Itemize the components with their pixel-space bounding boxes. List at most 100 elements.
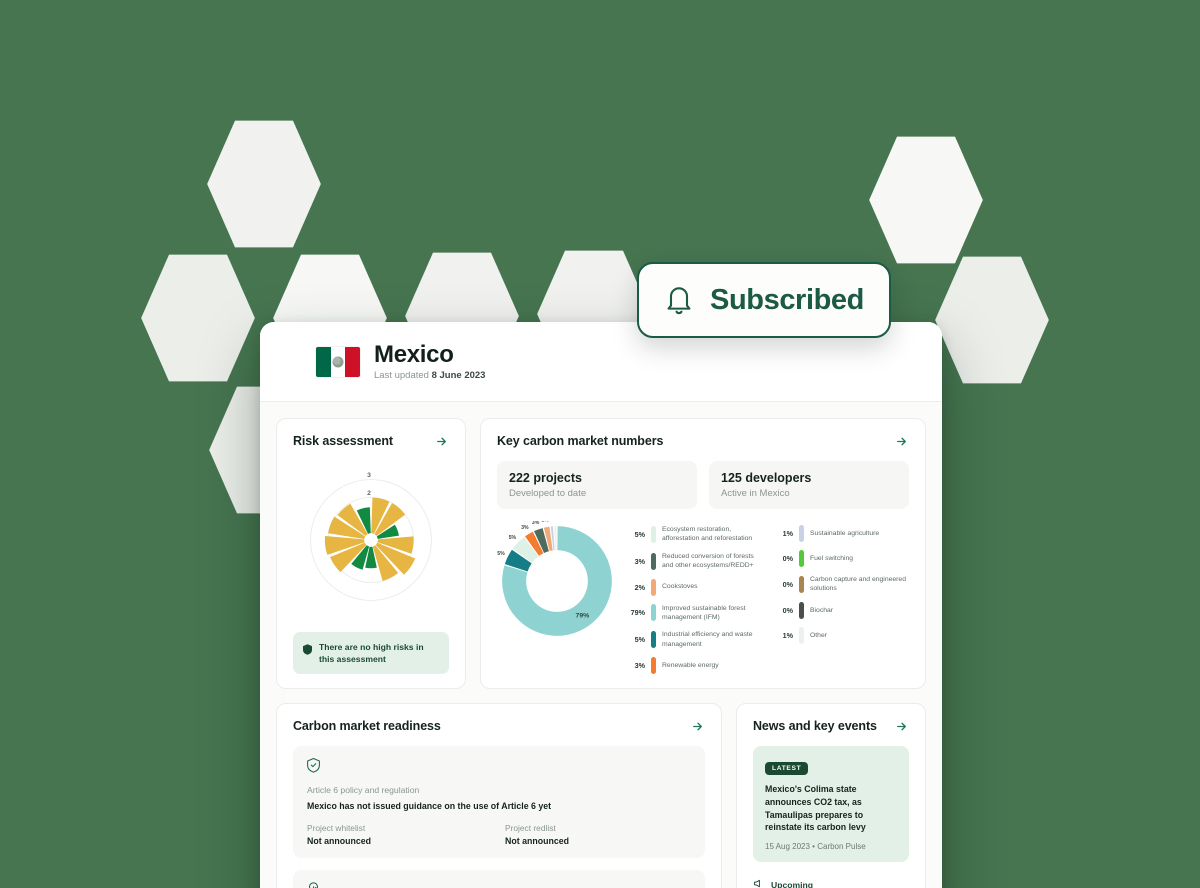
chart-ring-label: 3 — [367, 472, 371, 479]
news-date: 15 Aug 2023 — [765, 842, 810, 851]
key-carbon-market-numbers-card: Key carbon market numbers 222 projects D… — [480, 418, 926, 689]
legend-item: 0% Fuel switching — [775, 550, 909, 567]
legend-color-swatch — [651, 525, 656, 543]
column-label: Project whitelist — [307, 822, 366, 833]
arrow-right-icon[interactable] — [893, 433, 909, 449]
stat-value: 222 projects — [509, 471, 582, 485]
legend-percentage: 0% — [782, 605, 793, 615]
project-whitelist-column: Project whitelist Not announced — [307, 823, 493, 846]
legend-label: Other — [810, 631, 827, 639]
legend-label: Sustainable agriculture — [810, 529, 880, 537]
news-featured-item[interactable]: LATEST Mexico's Colima state announces C… — [753, 746, 909, 862]
legend-percentage: 0% — [782, 554, 793, 563]
page-title: Mexico — [374, 340, 454, 368]
legend-color-swatch — [799, 575, 804, 593]
legend-item: 2% Cookstoves — [627, 578, 761, 596]
legend-item: 5% Industrial efficiency and waste manage… — [627, 630, 761, 649]
column-value: Not announced — [307, 835, 372, 846]
shield-check-icon — [307, 758, 691, 778]
decorative-hexagon — [207, 120, 321, 248]
legend-percentage: 3% — [634, 556, 645, 566]
dashboard-row-bottom: Carbon market readiness Article 6 policy… — [276, 703, 926, 888]
dashboard-window: Mexico Last updated 8 June 2023 Risk ass… — [260, 322, 942, 888]
stat-label: Active in Mexico — [721, 488, 790, 499]
stat-projects: 222 projects Developed to date — [497, 461, 697, 509]
stat-row: 222 projects Developed to date 125 devel… — [497, 461, 909, 509]
legend-item: 1% Other — [775, 626, 909, 644]
risk-card-title: Risk assessment — [293, 434, 393, 448]
legend-color-swatch — [651, 578, 656, 596]
key-card-header: Key carbon market numbers — [497, 433, 909, 449]
donut-slice-label: 79% — [576, 612, 590, 619]
stat-developers: 125 developers Active in Mexico — [709, 461, 909, 509]
legend-percentage: 0% — [782, 579, 793, 589]
legend-color-swatch — [651, 631, 656, 649]
risk-banner-text: There are no high risks in this assessme… — [319, 641, 424, 664]
legend-color-swatch — [651, 657, 656, 674]
legend-item: 79% Improved sustainable forest managemen… — [627, 604, 761, 623]
country-title-block: Mexico Last updated 8 June 2023 — [374, 342, 485, 381]
donut-chart-svg: 79%5%5%3%3%2%1%1% — [497, 516, 612, 636]
legend-percentage: 1% — [782, 630, 793, 640]
readiness-statement: Mexico has not issued guidance on the us… — [307, 801, 552, 811]
news-source: Carbon Pulse — [817, 842, 866, 851]
key-card-title: Key carbon market numbers — [497, 434, 664, 448]
arrow-right-icon[interactable] — [893, 718, 909, 734]
donut-slice-label: 3% — [521, 525, 529, 531]
news-card-title: News and key events — [753, 719, 877, 733]
decorative-hexagon — [935, 256, 1049, 384]
legend-item: 3% Renewable energy — [627, 657, 761, 674]
project-redlist-column: Project redlist Not announced — [505, 823, 691, 846]
decorative-hexagon — [141, 254, 255, 382]
legend-percentage: 79% — [630, 608, 645, 618]
dashboard-body: Risk assessment 2 3 There are no high ris… — [260, 402, 942, 888]
legend-percentage: 5% — [634, 635, 645, 645]
legend-item: 0% Carbon capture and engineered solution… — [775, 575, 909, 594]
legend-color-swatch — [799, 550, 804, 567]
legend-color-swatch — [651, 552, 656, 570]
readiness-kicker: Article 6 policy and regulation — [307, 785, 420, 795]
subscribed-label: Subscribed — [710, 283, 864, 316]
donut-slice-label: 1% — [551, 521, 559, 522]
donut-slice-label: 5% — [509, 535, 517, 541]
upcoming-title: Upcoming — [771, 880, 814, 888]
risk-assessment-card: Risk assessment 2 3 There are no high ris… — [276, 418, 466, 689]
arrow-right-icon[interactable] — [433, 433, 449, 449]
legend-color-swatch — [651, 604, 656, 622]
arrow-right-icon[interactable] — [689, 718, 705, 734]
legend-label: Biochar — [810, 606, 834, 614]
donut-legend-column-right: 1% Sustainable agriculture 0% Fuel switchin… — [775, 525, 909, 674]
readiness-item-jnr-redd[interactable]: Jurisdictional & Nested REDD+ under Verr… — [293, 869, 705, 888]
legend-label: Reduced conversion of forests and other … — [662, 552, 754, 570]
legend-color-swatch — [799, 601, 804, 619]
chart-ring-label: 2 — [367, 490, 371, 497]
subscribed-button[interactable]: Subscribed — [637, 262, 891, 338]
readiness-item-article6[interactable]: Article 6 policy and regulation Mexico h… — [293, 746, 705, 858]
upcoming-header: Upcoming — [753, 876, 909, 888]
news-and-key-events-card: News and key events LATEST Mexico's Coli… — [736, 703, 926, 888]
risk-banner: There are no high risks in this assessme… — [293, 631, 449, 674]
status-badge: LATEST — [765, 762, 809, 775]
megaphone-icon — [753, 876, 764, 888]
legend-label: Renewable energy — [662, 661, 719, 669]
donut-legend-column-left: 5% Ecosystem restoration, afforestation a… — [627, 525, 761, 674]
news-meta: 15 Aug 2023 • Carbon Pulse — [765, 842, 897, 851]
legend-percentage: 2% — [634, 582, 645, 592]
upcoming-events-section: Upcoming July 2024 Presidential election… — [753, 876, 909, 888]
readiness-columns: Project whitelist Not announced Project … — [307, 823, 691, 846]
news-headline: Mexico's Colima state announces CO2 tax,… — [765, 784, 866, 833]
donut-slice-label: 5% — [497, 551, 505, 557]
risk-card-header: Risk assessment — [293, 433, 449, 449]
shield-icon — [303, 642, 312, 660]
readiness-card-title: Carbon market readiness — [293, 719, 441, 733]
column-value: Not announced — [505, 835, 570, 846]
legend-label: Carbon capture and engineered solutions — [810, 576, 906, 593]
legend-percentage: 1% — [782, 529, 793, 538]
last-updated-prefix: Last updated — [374, 370, 432, 382]
donut-slice[interactable] — [554, 526, 557, 551]
news-card-header: News and key events — [753, 718, 909, 734]
legend-label: Industrial efficiency and waste manageme… — [662, 631, 753, 648]
dashboard-row-top: Risk assessment 2 3 There are no high ris… — [276, 418, 926, 689]
legend-color-swatch — [799, 626, 804, 644]
stat-value: 125 developers — [721, 471, 812, 485]
